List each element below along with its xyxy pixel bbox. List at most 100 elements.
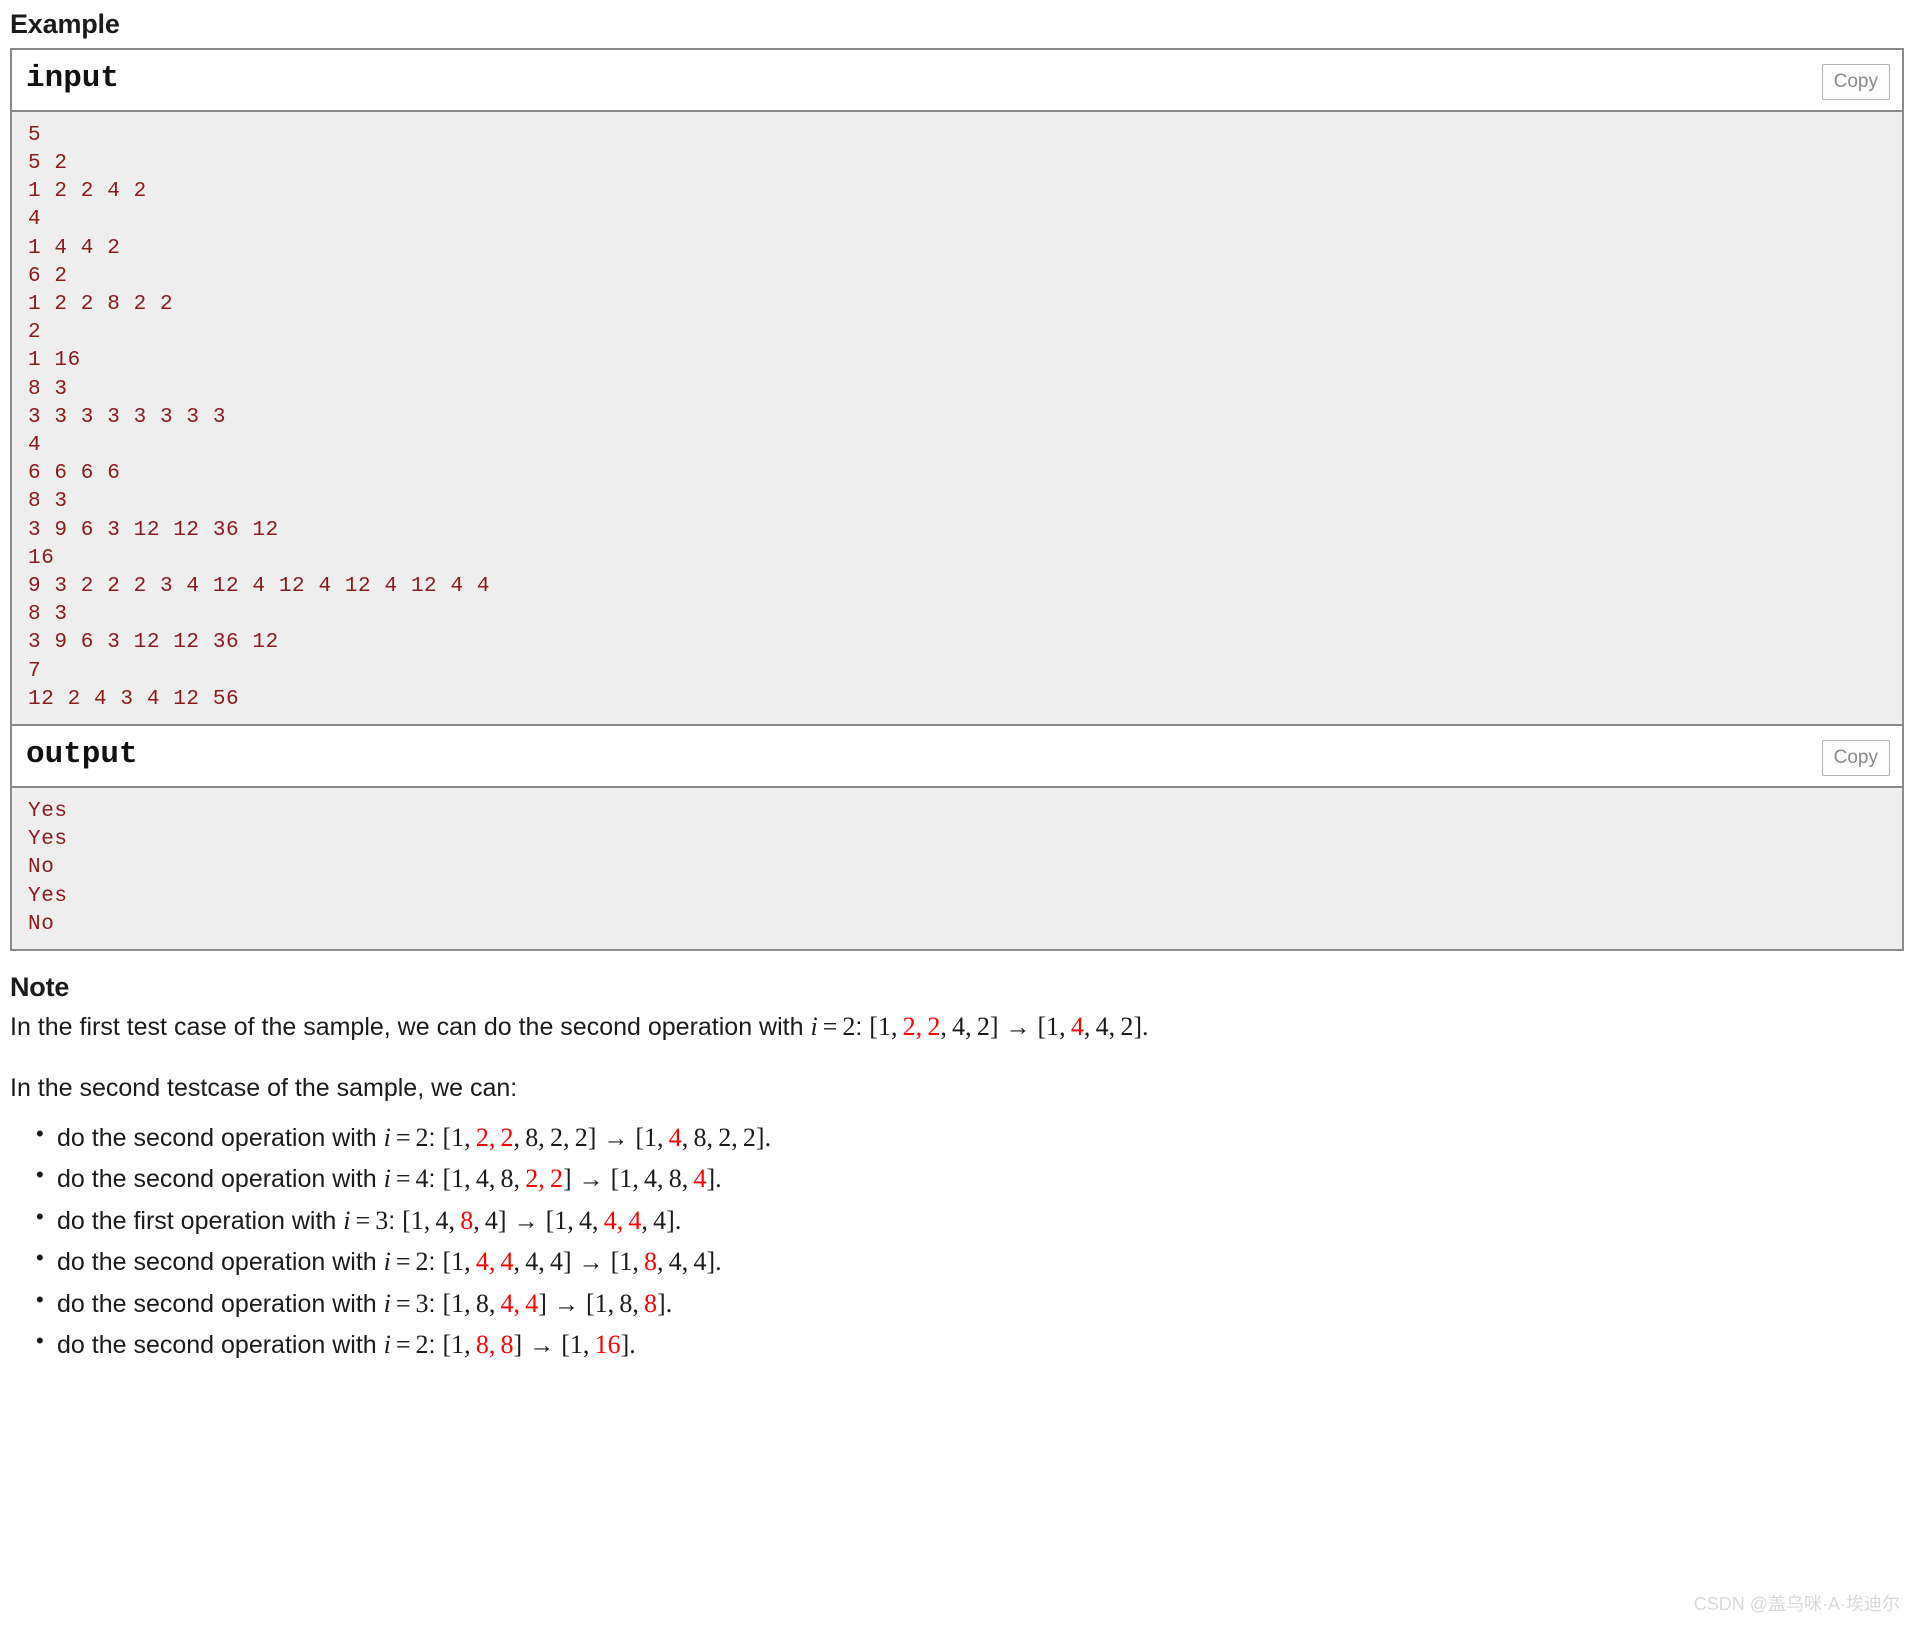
math-transition: [1, 4, 8, 2, 2] → [1, 4, 8, 4]. (442, 1164, 722, 1194)
math-array-value: 1 (451, 1122, 465, 1152)
arrow-icon: → (529, 1332, 555, 1360)
step-text: do the second operation with (57, 1248, 384, 1277)
math-array-value: 8 (693, 1122, 707, 1152)
math-array-value: 8 (475, 1288, 489, 1318)
step-text: do the second operation with (57, 1331, 384, 1360)
math-transition: [1, 4, 4, 4, 4] → [1, 8, 4, 4]. (442, 1247, 722, 1277)
input-title-bar: input Copy (12, 49, 1902, 112)
output-title: output (26, 736, 138, 772)
input-line: 2 (28, 321, 42, 345)
math-array-value: 4 (475, 1247, 489, 1277)
arrow-icon: → (513, 1207, 539, 1235)
math-array-value: 8 (475, 1330, 489, 1360)
math-array-value: 2 (549, 1164, 563, 1194)
note-step-item: do the second operation with i=2: [1, 8,… (10, 1324, 1904, 1365)
output-line: Yes (28, 884, 68, 908)
note-steps-list: do the second operation with i=2: [1, 2,… (10, 1117, 1904, 1365)
input-line: 1 16 (28, 349, 81, 373)
input-title: input (26, 60, 120, 96)
note-heading: Note (10, 971, 70, 1002)
math-array-value: 4 (1095, 1011, 1109, 1041)
math-array-value: 4 (1070, 1011, 1084, 1041)
math-array-value: 2 (475, 1122, 489, 1152)
input-line: 5 2 (28, 151, 68, 175)
math-array-value: 1 (410, 1205, 424, 1235)
math-array-value: 8 (644, 1288, 658, 1318)
math-array-value: 1 (451, 1330, 465, 1360)
arrow-icon: → (578, 1249, 604, 1277)
math-array-value: 4 (525, 1247, 539, 1277)
math-array-value: 4 (693, 1164, 707, 1194)
note-step-item: do the second operation with i=4: [1, 4,… (10, 1158, 1904, 1199)
output-line: Yes (28, 828, 68, 852)
math-array: [1, 2, 2, 4, 2] (869, 1011, 999, 1041)
note-step-item: do the second operation with i=2: [1, 4,… (10, 1241, 1904, 1282)
math-array-value: 1 (451, 1288, 465, 1318)
math-array: [1, 4, 8, 2, 2] (442, 1164, 572, 1194)
math-array: [1, 4, 4, 2] (1037, 1011, 1142, 1041)
output-line: No (28, 856, 55, 880)
math-array-value: 2 (1120, 1011, 1134, 1041)
csdn-watermark: CSDN @盖乌咪·A·埃迪尔 (1693, 1594, 1900, 1614)
math-array-value: 2 (742, 1122, 756, 1152)
copy-output-button[interactable]: Copy (1821, 739, 1890, 776)
input-line: 4 (28, 433, 42, 457)
arrow-icon: → (1005, 1013, 1031, 1041)
math-array: [1, 8, 8] (585, 1288, 666, 1318)
math-array-value: 1 (1046, 1011, 1060, 1041)
math-array-value: 4 (475, 1164, 489, 1194)
arrow-icon: → (553, 1290, 579, 1318)
math-array-value: 2 (718, 1122, 732, 1152)
input-line: 1 2 2 4 2 (28, 180, 147, 204)
math-array-value: 4 (644, 1164, 658, 1194)
math-array-value: 4 (484, 1205, 498, 1235)
math-array: [1, 4, 4, 4, 4] (545, 1205, 675, 1235)
note-step-item: do the second operation with i=2: [1, 2,… (10, 1117, 1904, 1158)
math-transition: [1, 2, 2, 8, 2, 2] → [1, 4, 8, 2, 2]. (442, 1122, 772, 1152)
math-expression: i = 2 (810, 1011, 856, 1041)
math-transition: [1, 4, 8, 4] → [1, 4, 4, 4, 4]. (402, 1205, 682, 1235)
input-line: 6 6 6 6 (28, 462, 121, 486)
math-array-value: 2 (525, 1164, 539, 1194)
math-array-value: 4 (952, 1011, 966, 1041)
math-array-value: 8 (668, 1164, 682, 1194)
math-array-value: 1 (554, 1205, 568, 1235)
math-array-value: 4 (500, 1288, 514, 1318)
math-array-value: 2 (976, 1011, 990, 1041)
output-line: No (28, 912, 55, 936)
example-heading: Example (10, 9, 120, 39)
math-array-value: 8 (500, 1330, 514, 1360)
math-expression: i = 4 (383, 1164, 429, 1194)
math-array-value: 16 (594, 1330, 621, 1360)
input-line: 8 3 (28, 490, 68, 514)
problem-page: Example input Copy 55 21 2 2 4 241 4 4 2… (0, 9, 1916, 1365)
math-array-value: 8 (460, 1205, 474, 1235)
output-body: Yes Yes No Yes No (12, 787, 1902, 949)
math-array-value: 1 (619, 1164, 633, 1194)
math-array-value: 8 (644, 1247, 658, 1277)
math-array: [1, 2, 2, 8, 2, 2] (442, 1122, 597, 1152)
math-array: [1, 16] (561, 1330, 630, 1360)
copy-input-button[interactable]: Copy (1821, 63, 1890, 100)
input-line: 5 (28, 123, 42, 147)
sample-tests-box: input Copy 5 5 2 1 2 2 4 2 4 1 4 4 2 6 2 1 2 2… (10, 47, 1904, 951)
input-line: 3 9 6 3 12 12 36 12 (28, 518, 279, 542)
math-array-value: 1 (451, 1164, 465, 1194)
math-array-value: 4 (525, 1288, 539, 1318)
math-transition: [1, 2, 2, 4, 2] → [1, 4, 4, 2]. (869, 1011, 1149, 1041)
math-array-value: 4 (578, 1205, 592, 1235)
input-line: 8 3 (28, 603, 68, 627)
math-array-value: 2 (902, 1011, 916, 1041)
math-array: [1, 4, 4, 4, 4] (442, 1247, 572, 1277)
input-line: 6 2 (28, 264, 68, 288)
math-array-value: 4 (500, 1247, 514, 1277)
note-step-item: do the first operation with i=3: [1, 4, … (10, 1200, 1904, 1241)
input-line: 4 (28, 208, 42, 232)
input-line: 12 2 4 3 4 12 56 (28, 687, 240, 711)
math-array-value: 2 (549, 1122, 563, 1152)
math-array-value: 1 (594, 1288, 608, 1318)
input-line: 3 3 3 3 3 3 3 3 (28, 405, 227, 429)
math-transition: [1, 8, 8] → [1, 16]. (442, 1330, 636, 1360)
math-array-value: 1 (451, 1247, 465, 1277)
math-array-value: 2 (574, 1122, 588, 1152)
